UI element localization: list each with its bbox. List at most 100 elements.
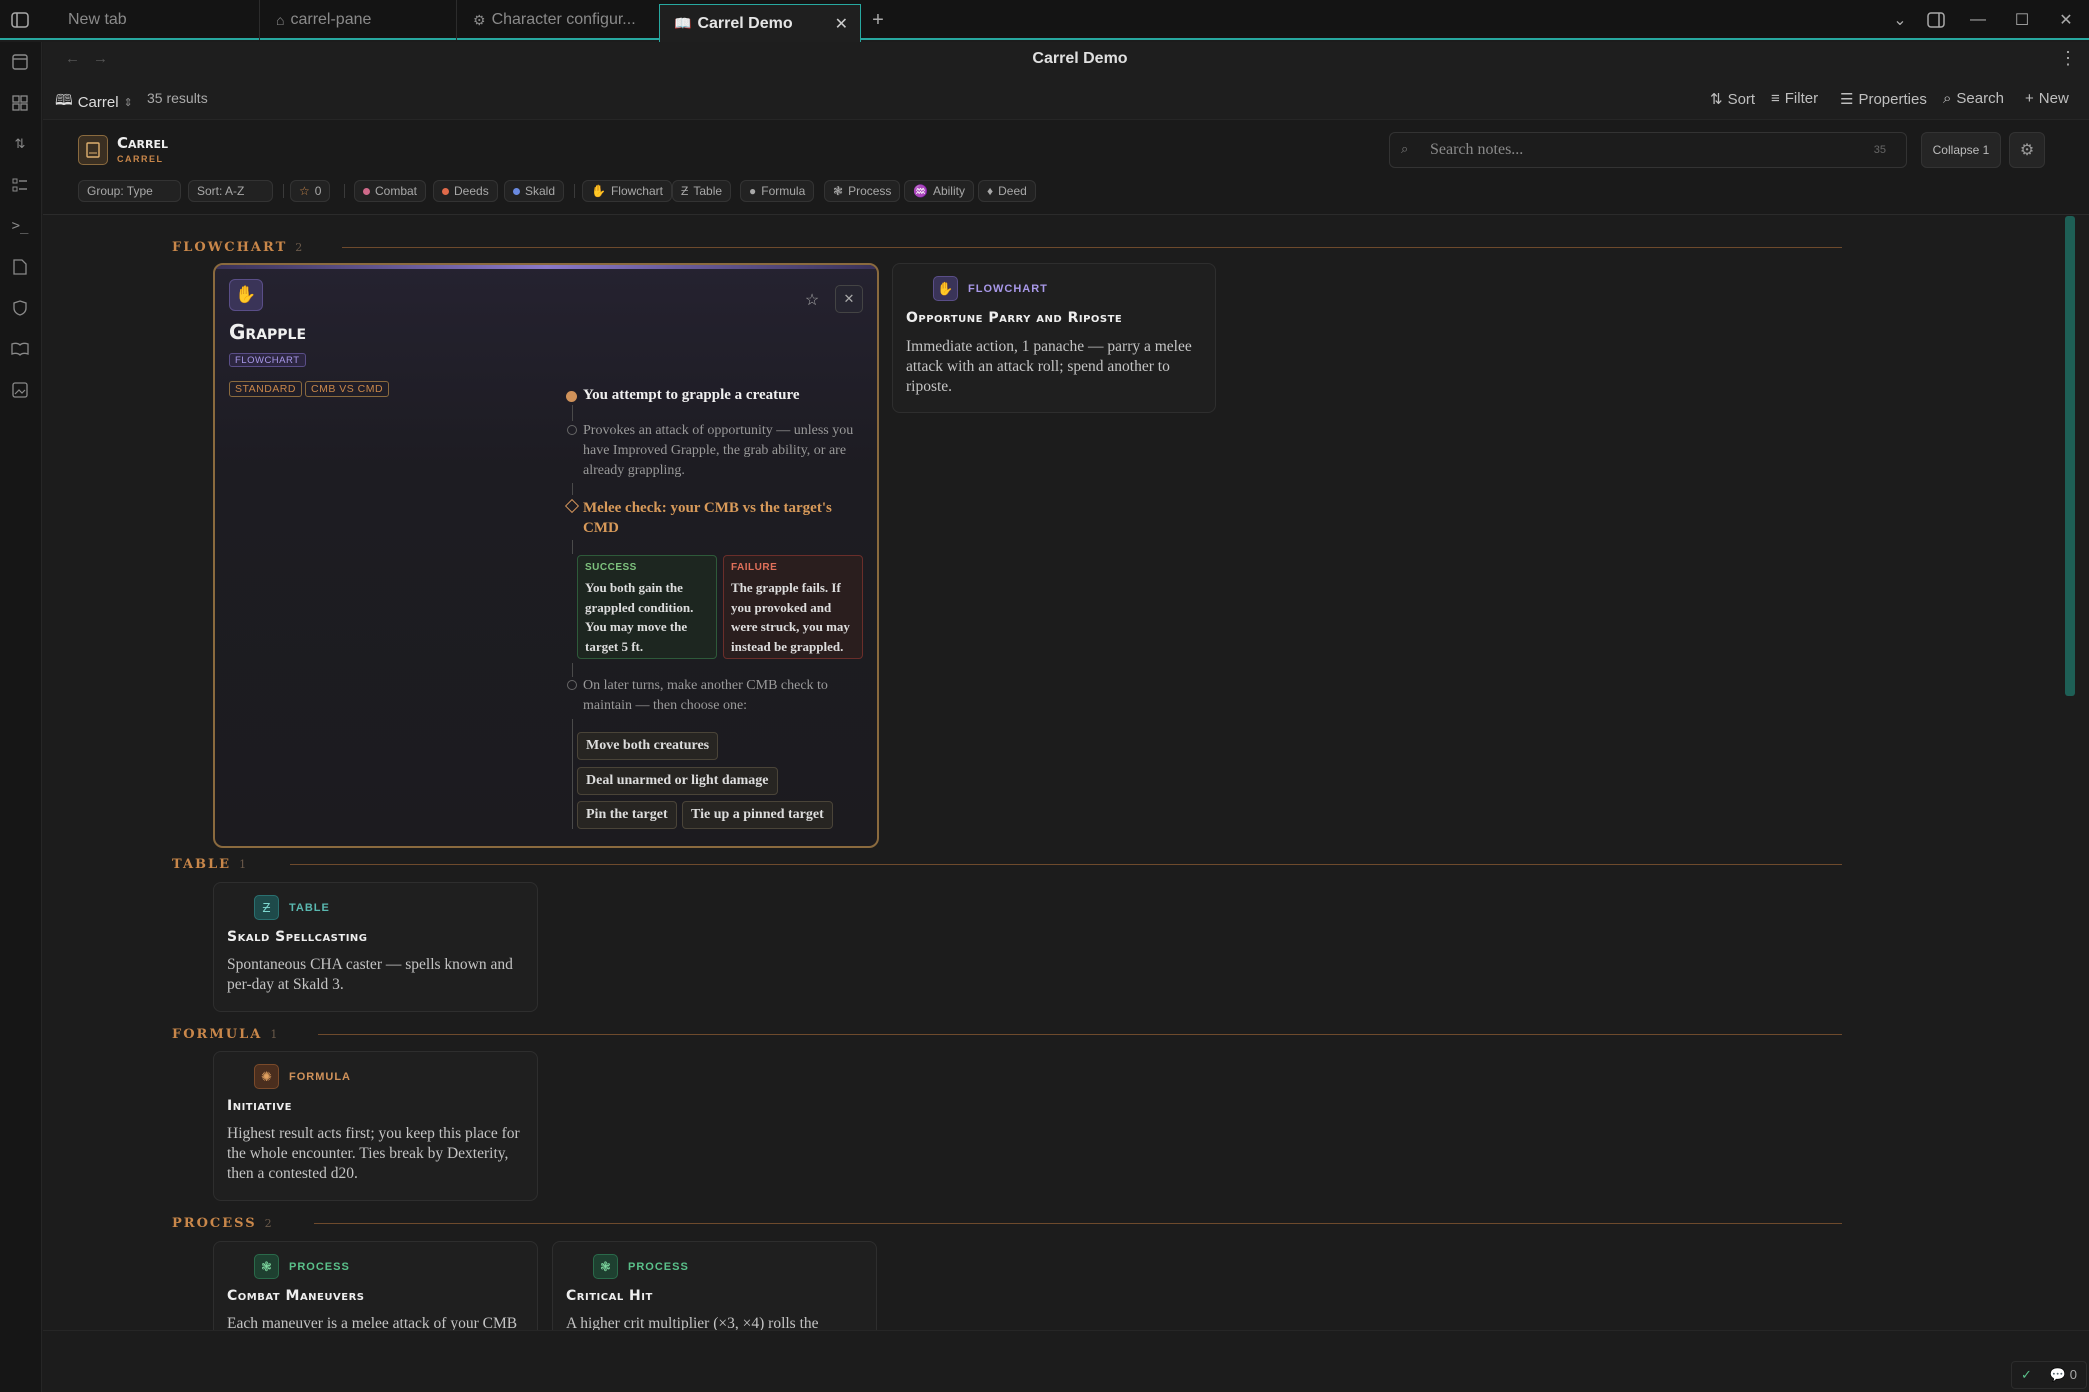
section-divider xyxy=(318,1034,1842,1035)
type-chip-ability[interactable]: ♒ Ability xyxy=(904,180,974,202)
section-divider xyxy=(342,247,1842,248)
card-description: Highest result acts first; you keep this… xyxy=(227,1125,520,1182)
scrollbar-thumb[interactable] xyxy=(2065,216,2075,696)
option-move-both[interactable]: Move both creatures xyxy=(577,732,719,760)
more-options-icon[interactable]: ⋮ xyxy=(2059,48,2077,69)
layout-icon[interactable] xyxy=(10,52,30,72)
carrel-subtitle: CARREL xyxy=(117,154,164,164)
section-count: 1 xyxy=(239,857,249,871)
filter-label: Filter xyxy=(1784,90,1819,107)
list-icon[interactable] xyxy=(10,175,30,195)
comments-status[interactable]: 💬 0 xyxy=(2050,1367,2077,1383)
filter-button[interactable]: ≡ Filter xyxy=(1771,90,1818,107)
card-description: Immediate action, 1 panache — parry a me… xyxy=(906,338,1192,395)
tab-character-configuration[interactable]: ⚙ Character configur... xyxy=(459,0,657,40)
tag-chip-skald[interactable]: Skald xyxy=(504,180,565,202)
success-text: You both gain the grappled condition. Yo… xyxy=(585,580,694,654)
type-chip-process[interactable]: ❃ Process xyxy=(824,180,901,202)
section-label: PROCESS xyxy=(172,1215,257,1231)
group-by-select[interactable]: Group: Type xyxy=(78,180,181,202)
minimize-icon[interactable]: — xyxy=(1958,0,1998,40)
type-chip-formula[interactable]: ● Formula xyxy=(740,180,815,202)
card-kind: PROCESS xyxy=(628,1261,689,1273)
grapple-card-expanded[interactable]: ✋ ☆ ✕ Grapple FLOWCHART STANDARD CMB VS … xyxy=(213,263,879,848)
view-selector[interactable]: 🕮 Carrel ⇕ xyxy=(55,90,133,115)
table-icon: Ƶ xyxy=(254,895,279,920)
collapse-button[interactable]: Collapse 1 xyxy=(1921,132,2001,168)
flow-decision-node xyxy=(564,498,580,514)
section-heading-flowchart: FLOWCHART 2 xyxy=(172,240,304,255)
option-deal-damage[interactable]: Deal unarmed or light damage xyxy=(577,767,778,795)
grid-icon[interactable] xyxy=(10,93,30,113)
sort-icon: ⇅ xyxy=(1710,91,1723,108)
shield-icon[interactable] xyxy=(10,298,30,318)
flow-step-3: Melee check: your CMB vs the target's CM… xyxy=(583,500,832,536)
page-title: Carrel Demo xyxy=(1032,50,1128,67)
search-notes-field[interactable]: ⌕ Search notes... 35 xyxy=(1389,132,1907,168)
tab-carrel-pane[interactable]: ⌂ carrel-pane xyxy=(262,0,457,40)
search-button[interactable]: ⌕ Search xyxy=(1943,90,2004,107)
tag-color-dot xyxy=(513,187,520,195)
new-label: New xyxy=(2038,90,2069,107)
status-widgets: ✓ 💬 0 xyxy=(2011,1361,2087,1389)
tag-chip-deeds[interactable]: Deeds xyxy=(433,180,498,202)
sort-numbers-icon[interactable]: ⇅ xyxy=(10,134,30,154)
properties-button[interactable]: ☰ Properties xyxy=(1840,90,1927,109)
chip-label: Deeds xyxy=(454,184,489,198)
section-count: 2 xyxy=(264,1216,274,1230)
tag-chip-combat[interactable]: Combat xyxy=(354,180,427,202)
card-initiative[interactable]: ✺ FORMULA Initiative Highest result acts… xyxy=(213,1051,538,1201)
bases-toolbar: 🕮 Carrel ⇕ 35 results ⇅ Sort ≡ Filter ☰ Pro… xyxy=(43,78,2089,120)
card-kind: TABLE xyxy=(289,902,330,914)
tab-carrel-demo[interactable]: 📖 Carrel Demo ✕ xyxy=(659,4,861,42)
type-chip-deed[interactable]: ♦ Deed xyxy=(978,180,1036,202)
sync-check-icon[interactable]: ✓ xyxy=(2021,1367,2032,1383)
type-chip-flowchart[interactable]: ✋ Flowchart xyxy=(582,180,672,202)
star-icon[interactable]: ☆ xyxy=(799,287,825,313)
card-combat-maneuvers[interactable]: ❃ PROCESS Combat Maneuvers Each maneuver… xyxy=(213,1241,538,1330)
formula-icon: ✺ xyxy=(254,1064,279,1089)
chevron-down-icon[interactable]: ⌄ xyxy=(1880,0,1920,40)
book-icon: 📖 xyxy=(674,15,692,31)
maximize-icon[interactable]: ☐ xyxy=(2002,0,2042,40)
flow-step-4: On later turns, make another CMB check t… xyxy=(583,678,828,713)
new-button[interactable]: + New xyxy=(2025,90,2069,107)
sidebar-toggle-icon[interactable] xyxy=(0,0,40,40)
sort-select[interactable]: Sort: A-Z xyxy=(188,180,273,202)
terminal-icon[interactable]: >_ xyxy=(10,216,30,236)
left-ribbon: ⇅ >_ ✋ xyxy=(0,42,42,1392)
tab-new-tab[interactable]: New tab xyxy=(54,0,260,40)
open-book-icon[interactable] xyxy=(10,339,30,359)
search-count: 35 xyxy=(1873,144,1886,156)
starred-filter-chip[interactable]: ☆ 0 xyxy=(290,180,331,202)
card-description: Spontaneous CHA caster — spells known an… xyxy=(227,956,513,993)
chip-label: Combat xyxy=(375,184,418,198)
card-skald-spellcasting[interactable]: Ƶ TABLE Skald Spellcasting Spontaneous C… xyxy=(213,882,538,1012)
card-critical-hit[interactable]: ❃ PROCESS Critical Hit A higher crit mul… xyxy=(552,1241,877,1330)
status-bar: ✓ 💬 0 xyxy=(43,1330,2089,1392)
close-tab-icon[interactable]: ✕ xyxy=(835,14,848,34)
success-label: SUCCESS xyxy=(585,562,637,573)
chip-divider xyxy=(574,184,575,198)
section-heading-table: TABLE 1 xyxy=(172,857,249,872)
close-icon[interactable]: ✕ xyxy=(835,285,863,313)
document-icon[interactable] xyxy=(10,257,30,277)
chip-divider xyxy=(283,184,284,198)
settings-gear-icon[interactable]: ⚙ xyxy=(2009,132,2045,168)
type-chip-table[interactable]: Ƶ Table xyxy=(672,180,732,202)
option-pin-target[interactable]: Pin the target xyxy=(577,801,677,829)
hand-icon: ✋ xyxy=(229,279,263,311)
new-tab-icon[interactable]: + xyxy=(858,0,898,40)
process-icon: ❃ xyxy=(254,1254,279,1279)
chip-label: Ability xyxy=(932,184,965,198)
close-window-icon[interactable]: ✕ xyxy=(2046,0,2086,40)
right-sidebar-toggle-icon[interactable] xyxy=(1916,0,1956,40)
hand-icon: ✋ xyxy=(933,276,958,301)
image-icon[interactable] xyxy=(10,380,30,400)
card-opportune-parry[interactable]: ✋ FLOWCHART Opportune Parry and Riposte … xyxy=(892,263,1216,413)
card-kind: FLOWCHART xyxy=(968,283,1048,295)
tab-label: Carrel Demo xyxy=(697,14,793,32)
tag-standard: STANDARD xyxy=(229,381,302,397)
sort-button[interactable]: ⇅ Sort xyxy=(1710,90,1755,109)
option-tie-up[interactable]: Tie up a pinned target xyxy=(682,801,833,829)
